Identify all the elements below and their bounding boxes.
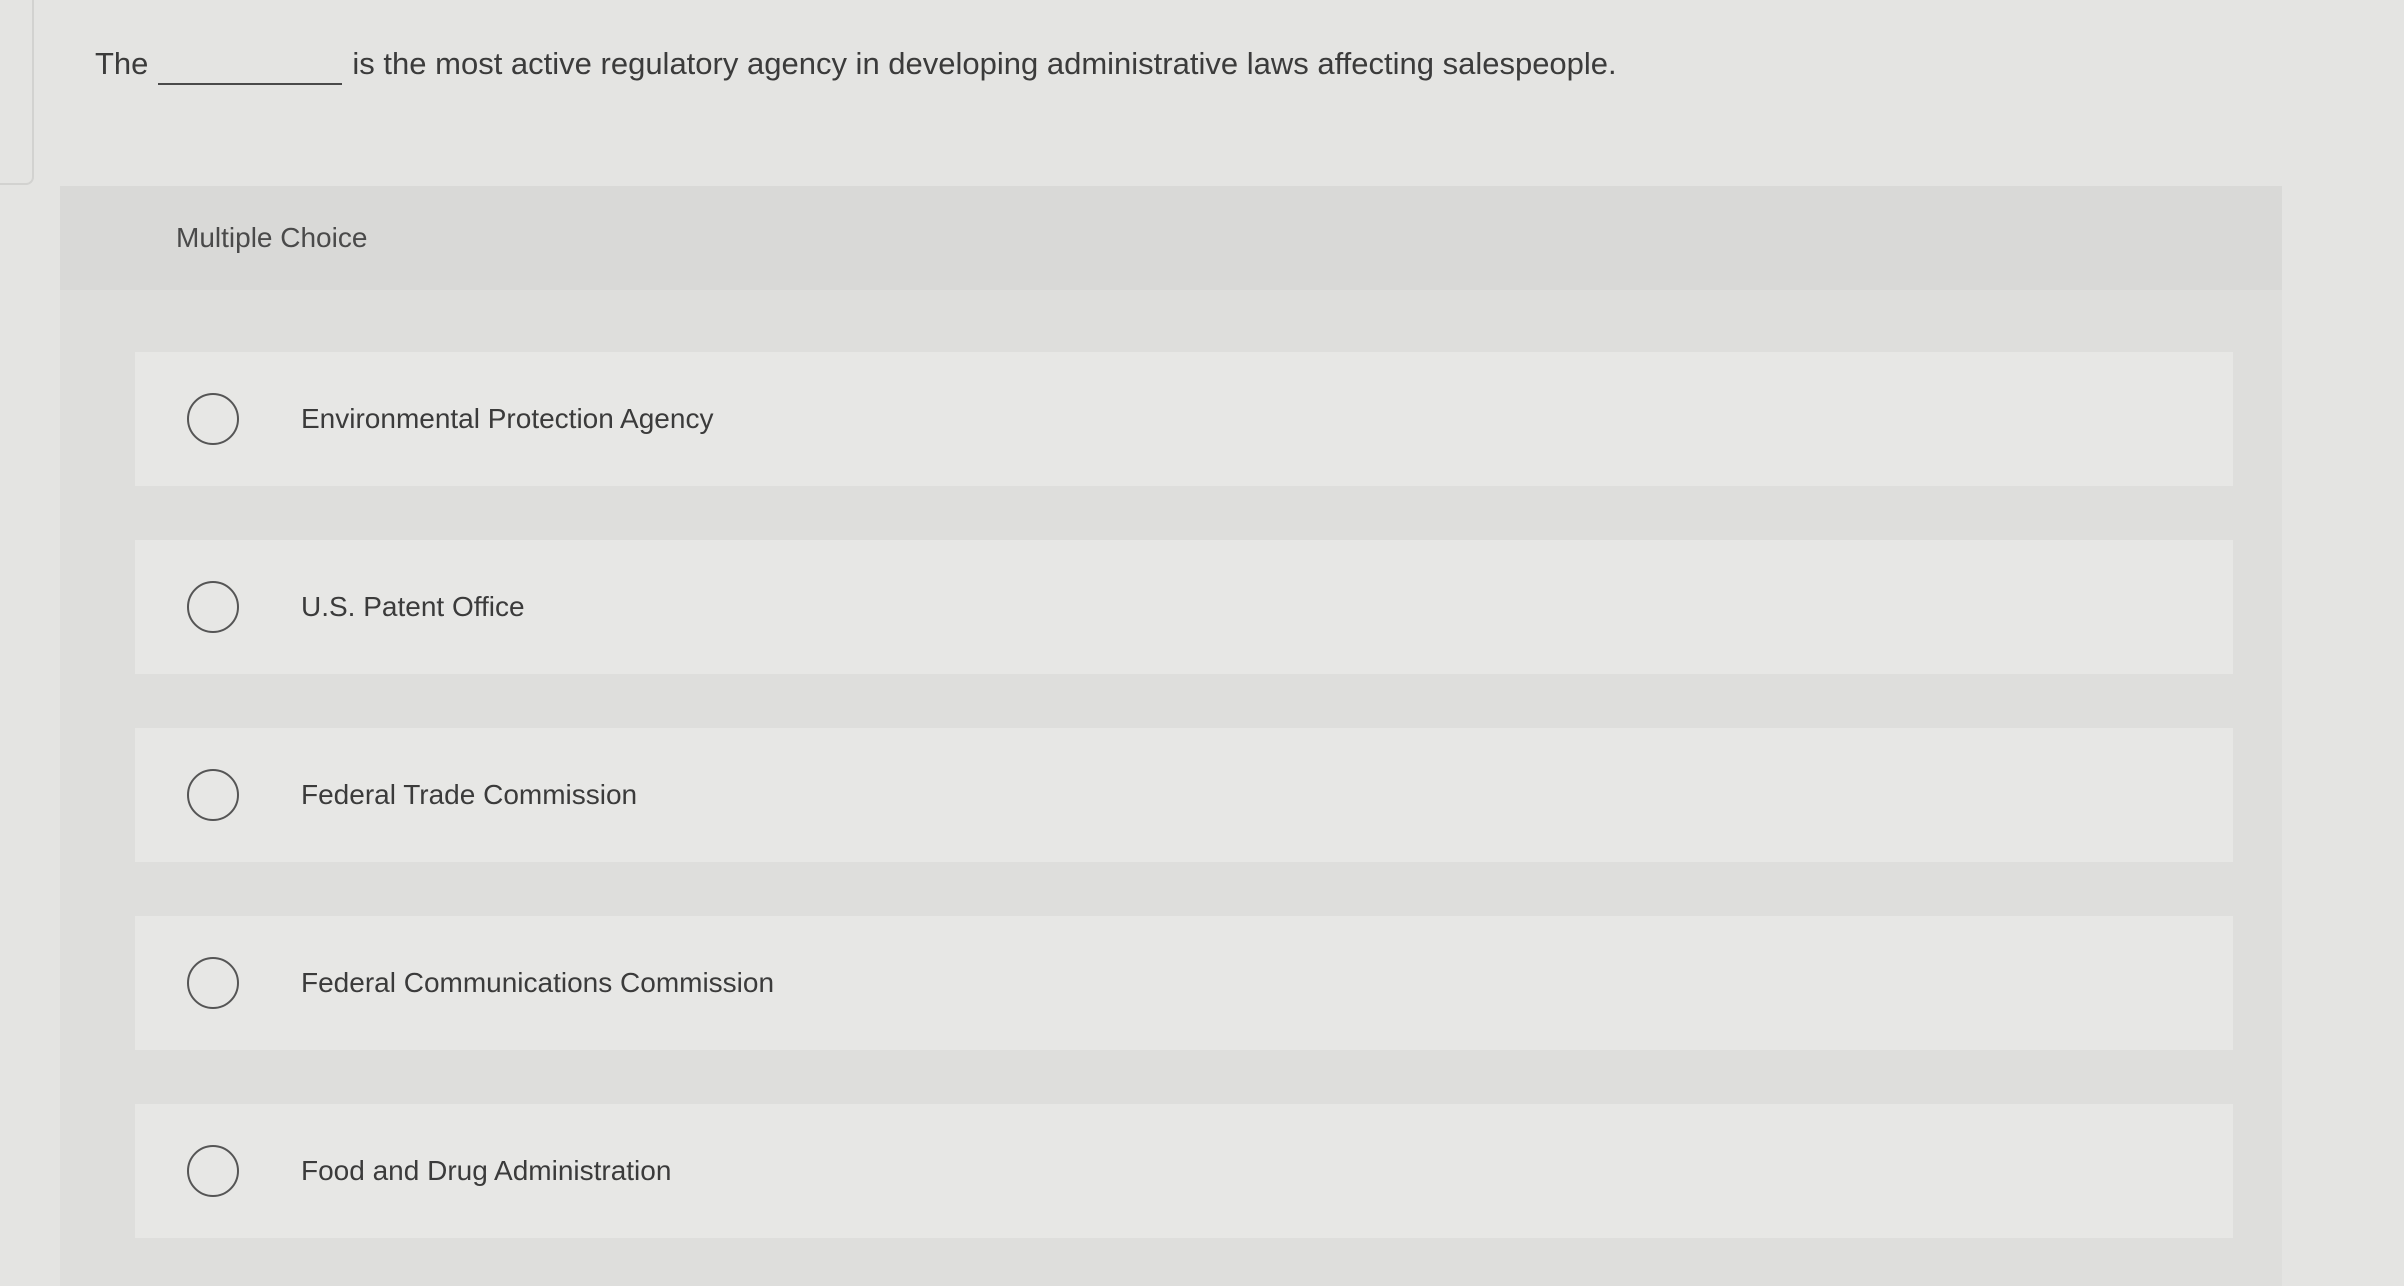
question-suffix: is the most active regulatory agency in … <box>352 46 1617 81</box>
answer-blank <box>158 43 343 85</box>
radio-button[interactable] <box>187 769 239 821</box>
option-label: Federal Trade Commission <box>301 779 638 810</box>
option-food-and-drug-administration[interactable]: Food and Drug Administration <box>135 1104 2233 1238</box>
radio-button[interactable] <box>187 581 239 633</box>
option-environmental-protection-agency[interactable]: Environmental Protection Agency <box>135 352 2233 486</box>
multiple-choice-header: Multiple Choice <box>60 186 2282 290</box>
multiple-choice-card: Multiple Choice Environmental Protection… <box>60 186 2282 1286</box>
radio-button[interactable] <box>187 393 239 445</box>
multiple-choice-label: Multiple Choice <box>176 222 368 253</box>
radio-button[interactable] <box>187 1145 239 1197</box>
option-us-patent-office[interactable]: U.S. Patent Office <box>135 540 2233 674</box>
radio-button[interactable] <box>187 957 239 1009</box>
option-label: U.S. Patent Office <box>301 591 525 622</box>
page-edge <box>0 0 34 185</box>
question-prefix: The <box>95 46 149 81</box>
question-text: The is the most active regulatory agency… <box>95 34 2295 94</box>
option-label: Environmental Protection Agency <box>301 403 714 434</box>
option-label: Food and Drug Administration <box>301 1155 672 1186</box>
option-federal-communications-commission[interactable]: Federal Communications Commission <box>135 916 2233 1050</box>
option-label: Federal Communications Commission <box>301 967 775 998</box>
option-federal-trade-commission[interactable]: Federal Trade Commission <box>135 728 2233 862</box>
